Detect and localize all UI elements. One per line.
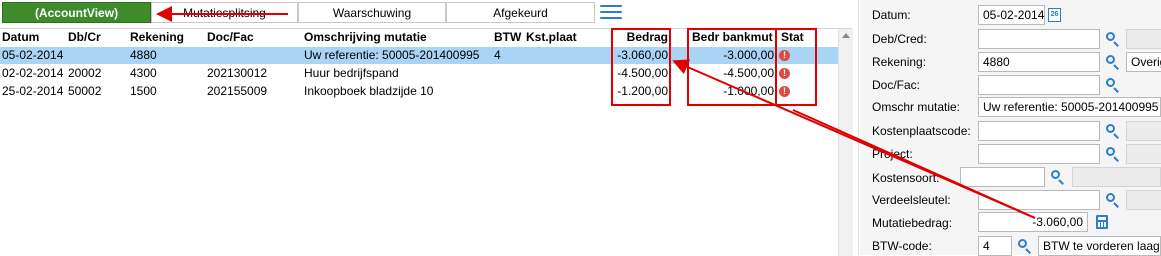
cell-bedr-bankmut: -3.000,00 bbox=[723, 48, 774, 62]
project-field[interactable] bbox=[978, 144, 1100, 164]
col-header-kstplaat[interactable]: Kst.plaat bbox=[526, 29, 577, 45]
cell-bedrag: -3.060,00 bbox=[617, 48, 668, 62]
warning-icon[interactable]: ! bbox=[779, 86, 790, 97]
label-project: Project: bbox=[872, 147, 913, 161]
calendar-icon[interactable]: 26 bbox=[1048, 8, 1061, 22]
project-name-field bbox=[1126, 144, 1161, 164]
mutation-grid: Datum Db/Cr Rekening Doc/Fac Omschrijvin… bbox=[0, 28, 853, 256]
cell-bedr-bankmut: -1.000,00 bbox=[723, 84, 774, 98]
col-header-rekening[interactable]: Rekening bbox=[130, 29, 184, 45]
col-header-docfac[interactable]: Doc/Fac bbox=[207, 29, 254, 45]
kostensoort-field[interactable] bbox=[960, 167, 1045, 187]
cell-omschrijving: Inkoopboek bladzijde 10 bbox=[304, 84, 434, 98]
col-header-datum[interactable]: Datum bbox=[2, 29, 39, 45]
tab-waarschuwing[interactable]: Waarschuwing bbox=[298, 2, 446, 23]
table-row[interactable]: 05-02-2014 4880 Uw referentie: 50005-201… bbox=[0, 47, 838, 64]
label-mutatiebedrag: Mutatiebedrag: bbox=[872, 216, 953, 230]
cell-datum: 02-02-2014 bbox=[2, 66, 64, 80]
cell-docfac: 202130012 bbox=[207, 66, 268, 80]
omschr-field[interactable]: Uw referentie: 50005-201400995 bbox=[978, 97, 1161, 117]
cell-bedrag: -1.200,00 bbox=[617, 84, 668, 98]
pane-divider[interactable] bbox=[858, 0, 859, 255]
col-header-bedrag[interactable]: Bedrag bbox=[612, 29, 668, 45]
col-header-btw[interactable]: BTW bbox=[494, 29, 521, 45]
cell-dbcr: 20002 bbox=[68, 66, 102, 80]
col-header-bedr-bankmut[interactable]: Bedr bankmut bbox=[692, 29, 773, 45]
cell-bedrag: -4.500,00 bbox=[617, 66, 668, 80]
cell-dbcr: 50002 bbox=[68, 84, 102, 98]
label-btwcode: BTW-code: bbox=[872, 239, 932, 253]
table-row[interactable]: 02-02-2014 20002 4300 202130012 Huur bed… bbox=[0, 65, 838, 82]
btwcode-desc-field: BTW te vorderen laag bbox=[1038, 236, 1161, 256]
cell-bedr-bankmut: -4.500,00 bbox=[723, 66, 774, 80]
col-header-omschrijving[interactable]: Omschrijving mutatie bbox=[304, 29, 427, 45]
search-icon[interactable] bbox=[1105, 192, 1121, 208]
docfac-field[interactable] bbox=[978, 75, 1100, 95]
label-docfac: Doc/Fac: bbox=[872, 78, 921, 92]
search-icon[interactable] bbox=[1105, 123, 1121, 139]
warning-icon[interactable]: ! bbox=[779, 50, 790, 61]
label-datum: Datum: bbox=[872, 8, 911, 22]
cell-rekening: 4300 bbox=[130, 66, 157, 80]
cell-datum: 25-02-2014 bbox=[2, 84, 64, 98]
tab-strip: (AccountView) Mutatiesplitsing Waarschuw… bbox=[0, 0, 860, 28]
search-icon[interactable] bbox=[1017, 238, 1033, 254]
label-rekening: Rekening: bbox=[872, 55, 927, 69]
vertical-scrollbar[interactable] bbox=[838, 29, 853, 256]
search-icon[interactable] bbox=[1105, 146, 1121, 162]
tab-accountview[interactable]: (AccountView) bbox=[2, 2, 151, 23]
cell-btw: 4 bbox=[494, 48, 501, 62]
search-icon[interactable] bbox=[1050, 169, 1066, 185]
hamburger-menu-icon[interactable] bbox=[600, 5, 622, 21]
kostenplaats-name-field bbox=[1126, 121, 1161, 141]
cell-datum: 05-02-2014 bbox=[2, 48, 64, 62]
debcred-name-field bbox=[1126, 29, 1161, 49]
mutatiebedrag-field[interactable]: -3.060,00 bbox=[978, 212, 1088, 232]
btwcode-field[interactable]: 4 bbox=[978, 236, 1012, 256]
cell-docfac: 202155009 bbox=[207, 84, 268, 98]
col-header-stat[interactable]: Stat bbox=[781, 29, 804, 45]
rekening-field[interactable]: 4880 bbox=[978, 52, 1100, 72]
search-icon[interactable] bbox=[1105, 54, 1121, 70]
table-row[interactable]: 25-02-2014 50002 1500 202155009 Inkoopbo… bbox=[0, 83, 838, 100]
verdeel-name-field bbox=[1126, 190, 1161, 210]
kostensoort-name-field bbox=[1072, 167, 1161, 187]
cell-omschrijving: Uw referentie: 50005-201400995 bbox=[304, 48, 480, 62]
debcred-field[interactable] bbox=[978, 29, 1100, 49]
calculator-icon[interactable] bbox=[1096, 215, 1108, 229]
cell-rekening: 1500 bbox=[130, 84, 157, 98]
cell-rekening: 4880 bbox=[130, 48, 157, 62]
warning-icon[interactable]: ! bbox=[779, 68, 790, 79]
label-verdeel: Verdeelsleutel: bbox=[872, 193, 951, 207]
label-omschr: Omschr mutatie: bbox=[872, 100, 961, 114]
tab-mutatiesplitsing[interactable]: Mutatiesplitsing bbox=[151, 2, 298, 23]
label-debcred: Deb/Cred: bbox=[872, 32, 927, 46]
rekening-name-field: Overig bbox=[1126, 52, 1161, 72]
tab-afgekeurd[interactable]: Afgekeurd bbox=[446, 2, 595, 23]
col-header-dbcr[interactable]: Db/Cr bbox=[68, 29, 101, 45]
search-icon[interactable] bbox=[1105, 31, 1121, 47]
cell-omschrijving: Huur bedrijfspand bbox=[304, 66, 399, 80]
verdeel-field[interactable] bbox=[978, 190, 1100, 210]
scroll-up-icon[interactable] bbox=[842, 33, 850, 38]
search-icon[interactable] bbox=[1105, 77, 1121, 93]
kostenplaats-field[interactable] bbox=[978, 121, 1100, 141]
label-kostenplaats: Kostenplaatscode: bbox=[872, 124, 971, 138]
datum-field[interactable]: 05-02-2014 bbox=[978, 5, 1045, 25]
label-kostensoort: Kostensoort: bbox=[872, 171, 940, 185]
mutation-form: Datum: 05-02-2014 26 Deb/Cred: Rekening:… bbox=[860, 0, 1161, 256]
